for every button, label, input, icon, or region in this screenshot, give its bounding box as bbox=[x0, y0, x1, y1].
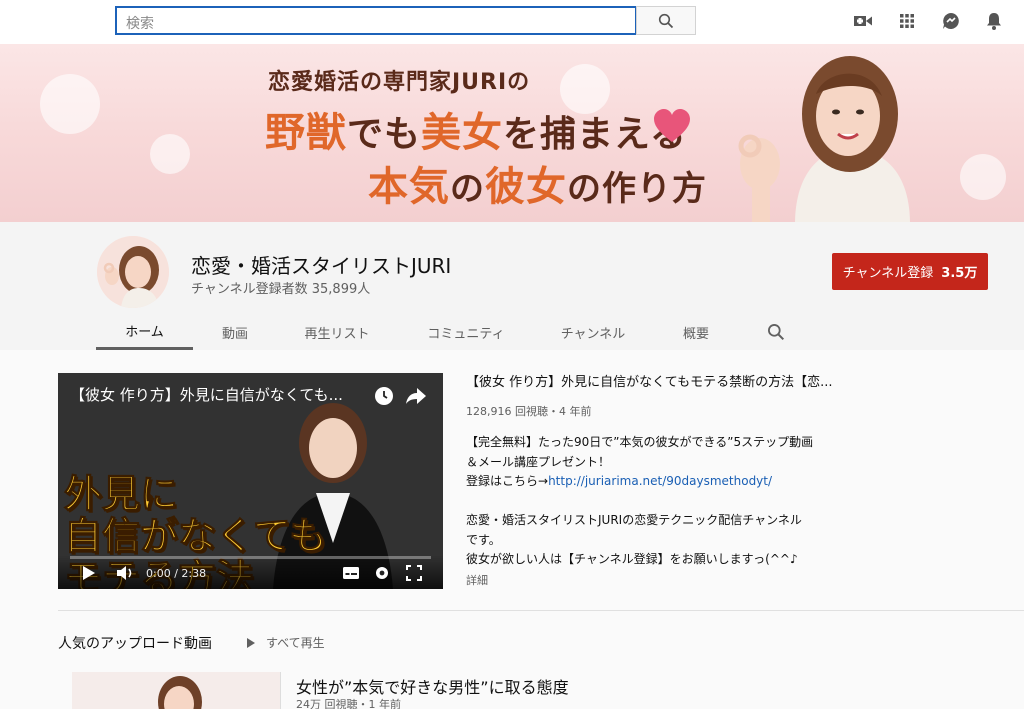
banner-word: の bbox=[450, 169, 485, 209]
video-camera-icon bbox=[854, 16, 872, 26]
description-line: です。 bbox=[466, 532, 501, 547]
thumbnail-divider bbox=[280, 672, 281, 709]
fullscreen-icon[interactable] bbox=[406, 565, 422, 581]
featured-video-player[interactable]: 【彼女 作り方】外見に自信がなくても... 外見に 自信がなくても モテる方法 … bbox=[58, 373, 443, 589]
play-icon[interactable] bbox=[82, 565, 96, 581]
description-link[interactable]: http://juriarima.net/90daysmethodyt/ bbox=[548, 474, 772, 488]
thumbnail-image bbox=[72, 672, 280, 709]
featured-video-meta: 128,916 回視聴・4 年前 bbox=[466, 405, 592, 418]
messages-icon bbox=[943, 13, 959, 29]
play-icon bbox=[247, 637, 255, 648]
masthead: 検索 bbox=[0, 0, 1024, 44]
apps-button[interactable] bbox=[896, 10, 918, 32]
search-icon bbox=[658, 13, 674, 28]
banner-headline-3: 本気の彼女の作り方 bbox=[368, 154, 707, 212]
apps-grid-icon bbox=[900, 14, 914, 28]
description-line: 【完全無料】たった90日で”本気の彼女ができる”5ステップ動画 bbox=[466, 435, 814, 449]
progress-bar[interactable] bbox=[70, 556, 431, 559]
banner-word: 本気 bbox=[368, 164, 450, 210]
settings-gear-icon[interactable] bbox=[374, 565, 390, 581]
subscriber-count: チャンネル登録者数 35,899人 bbox=[191, 282, 371, 297]
tab-channels[interactable]: チャンネル bbox=[546, 314, 640, 350]
notifications-button[interactable] bbox=[983, 10, 1005, 32]
description-line: 登録はこちら→http://juriarima.net/90daysmethod… bbox=[466, 472, 813, 492]
tab-playlists[interactable]: 再生リスト bbox=[292, 314, 382, 350]
share-icon[interactable] bbox=[405, 387, 427, 405]
tab-community[interactable]: コミュニティ bbox=[414, 314, 518, 350]
banner-sparkle bbox=[960, 154, 1006, 200]
description-line: ＆メール講座プレゼント！ bbox=[466, 454, 611, 469]
description-line: 彼女が欲しい人は【チャンネル登録】をお願いしますっ(^^♪ bbox=[466, 552, 798, 566]
featured-video-title[interactable]: 【彼女 作り方】外見に自信がなくてもモテる禁断の方法【恋... bbox=[466, 371, 833, 390]
banner-headline-2: 野獣でも美女を捕まえる bbox=[265, 100, 687, 158]
bell-icon bbox=[987, 13, 1001, 30]
volume-icon[interactable] bbox=[116, 565, 136, 581]
banner-word: でも bbox=[347, 114, 422, 155]
video-thumbnail[interactable] bbox=[72, 672, 280, 709]
channel-banner: 恋愛婚活の専門家JURIの 野獣でも美女を捕まえる 本気の彼女の作り方 bbox=[0, 44, 1024, 222]
banner-word: 彼女 bbox=[485, 164, 567, 210]
channel-header: 恋愛・婚活スタイリストJURI チャンネル登録者数 35,899人 チャンネル登… bbox=[0, 222, 1024, 350]
search-input[interactable]: 検索 bbox=[115, 6, 637, 35]
tab-home[interactable]: ホーム bbox=[96, 314, 193, 350]
banner-sparkle bbox=[150, 134, 190, 174]
upload-video-title[interactable]: 女性が”本気で好きな男性”に取る態度 bbox=[296, 674, 569, 698]
play-all-button[interactable]: すべて再生 bbox=[246, 634, 325, 651]
banner-word: の作り方 bbox=[567, 169, 707, 209]
watch-later-icon[interactable] bbox=[374, 386, 394, 406]
section-divider bbox=[58, 610, 1024, 611]
messages-button[interactable] bbox=[940, 10, 962, 32]
banner-word: 美女 bbox=[421, 110, 504, 156]
avatar[interactable] bbox=[97, 236, 169, 308]
search-button[interactable] bbox=[636, 6, 696, 35]
play-all-label: すべて再生 bbox=[266, 636, 325, 650]
upload-video-meta: 24万 回視聴・1 年前 bbox=[296, 698, 401, 709]
video-time: 0:00 / 2:38 bbox=[146, 567, 207, 580]
section-title[interactable]: 人気のアップロード動画 bbox=[58, 633, 212, 653]
subscribe-button[interactable]: チャンネル登録 3.5万 bbox=[832, 253, 988, 290]
heart-icon bbox=[654, 109, 690, 142]
featured-video-description: 【完全無料】たった90日で”本気の彼女ができる”5ステップ動画 ＆メール講座プレ… bbox=[466, 433, 813, 570]
subscribe-count: 3.5万 bbox=[941, 266, 978, 281]
player-title[interactable]: 【彼女 作り方】外見に自信がなくても... bbox=[70, 384, 370, 405]
read-more-link[interactable]: 詳細 bbox=[466, 572, 488, 588]
description-line bbox=[466, 492, 813, 512]
channel-search-button[interactable] bbox=[760, 314, 792, 350]
banner-portrait bbox=[738, 56, 910, 222]
tab-videos[interactable]: 動画 bbox=[200, 314, 270, 350]
channel-name[interactable]: 恋愛・婚活スタイリストJURI bbox=[191, 250, 451, 279]
captions-icon[interactable] bbox=[342, 566, 360, 580]
banner-headline-1: 恋愛婚活の専門家JURIの bbox=[268, 70, 531, 95]
description-line: 恋愛・婚活スタイリストJURIの恋愛テクニック配信チャンネル bbox=[466, 513, 802, 527]
banner-sparkle bbox=[40, 74, 100, 134]
create-video-button[interactable] bbox=[852, 10, 874, 32]
tab-about[interactable]: 概要 bbox=[668, 314, 724, 350]
description-text: 登録はこちら→ bbox=[466, 474, 549, 488]
subscribe-label: チャンネル登録 bbox=[842, 266, 934, 281]
search-icon bbox=[768, 324, 785, 341]
banner-word: 野獣 bbox=[265, 110, 347, 156]
avatar-image bbox=[97, 236, 169, 308]
